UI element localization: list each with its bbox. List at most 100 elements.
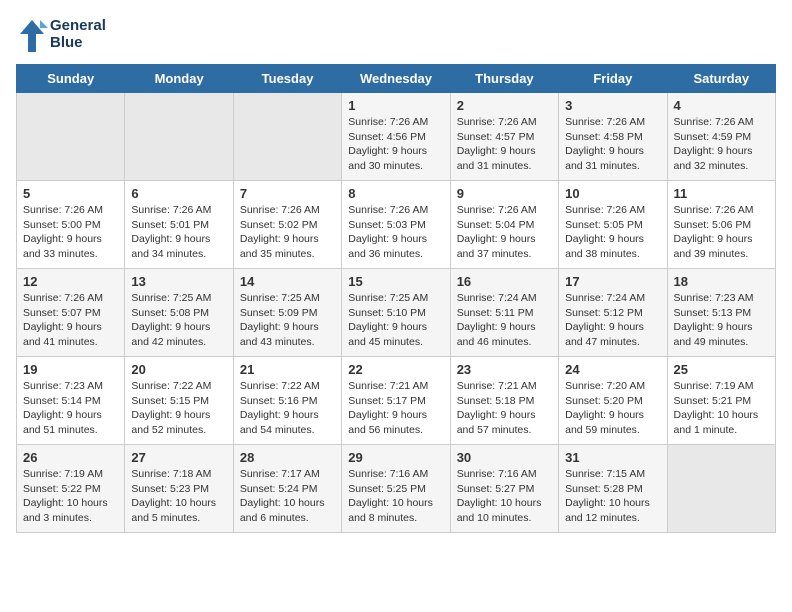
- cell-content: Sunrise: 7:20 AM Sunset: 5:20 PM Dayligh…: [565, 379, 661, 438]
- cell-content: Sunrise: 7:26 AM Sunset: 5:04 PM Dayligh…: [457, 203, 553, 262]
- day-number: 28: [240, 450, 336, 465]
- day-number: 26: [23, 450, 119, 465]
- day-number: 31: [565, 450, 661, 465]
- cell-content: Sunrise: 7:26 AM Sunset: 4:59 PM Dayligh…: [674, 115, 770, 174]
- header-row: SundayMondayTuesdayWednesdayThursdayFrid…: [17, 65, 776, 93]
- day-number: 21: [240, 362, 336, 377]
- weekday-header: Friday: [559, 65, 667, 93]
- calendar-cell: 6Sunrise: 7:26 AM Sunset: 5:01 PM Daylig…: [125, 181, 233, 269]
- cell-content: Sunrise: 7:26 AM Sunset: 5:05 PM Dayligh…: [565, 203, 661, 262]
- day-number: 29: [348, 450, 444, 465]
- calendar-cell: 20Sunrise: 7:22 AM Sunset: 5:15 PM Dayli…: [125, 357, 233, 445]
- weekday-header: Thursday: [450, 65, 558, 93]
- calendar-cell: 13 Sunrise: 7:25 AM Sunset: 5:08 PM Dayli…: [125, 269, 233, 357]
- cell-content: Sunrise: 7:26 AM Sunset: 5:06 PM Dayligh…: [674, 203, 770, 262]
- cell-content: Sunrise: 7:24 AM Sunset: 5:11 PM Dayligh…: [457, 291, 553, 350]
- cell-content: Sunrise: 7:15 AM Sunset: 5:28 PM Dayligh…: [565, 467, 661, 526]
- calendar-week-row: 5 Sunrise: 7:26 AM Sunset: 5:00 PM Daylig…: [17, 181, 776, 269]
- calendar-cell: 27Sunrise: 7:18 AM Sunset: 5:23 PM Dayli…: [125, 445, 233, 533]
- calendar-cell: 25 Sunrise: 7:19 AM Sunset: 5:21 PM Dayli…: [667, 357, 775, 445]
- calendar-cell: 9 Sunrise: 7:26 AM Sunset: 5:04 PM Daylig…: [450, 181, 558, 269]
- cell-content: Sunrise: 7:17 AM Sunset: 5:24 PM Dayligh…: [240, 467, 336, 526]
- calendar-week-row: 26 Sunrise: 7:19 AM Sunset: 5:22 PM Dayli…: [17, 445, 776, 533]
- day-number: 8: [348, 186, 444, 201]
- day-number: 12: [23, 274, 119, 289]
- cell-content: Sunrise: 7:23 AM Sunset: 5:14 PM Dayligh…: [23, 379, 119, 438]
- cell-content: Sunrise: 7:26 AM Sunset: 5:07 PM Dayligh…: [23, 291, 119, 350]
- logo-general: General: [50, 17, 106, 34]
- day-number: 30: [457, 450, 553, 465]
- calendar-cell: 24 Sunrise: 7:20 AM Sunset: 5:20 PM Dayli…: [559, 357, 667, 445]
- calendar-cell: 30 Sunrise: 7:16 AM Sunset: 5:27 PM Dayli…: [450, 445, 558, 533]
- logo-container: General Blue: [16, 16, 106, 52]
- day-number: 1: [348, 98, 444, 113]
- calendar-cell: 12 Sunrise: 7:26 AM Sunset: 5:07 PM Dayli…: [17, 269, 125, 357]
- calendar-cell: 1Sunrise: 7:26 AM Sunset: 4:56 PM Daylig…: [342, 93, 450, 181]
- calendar-cell: 29 Sunrise: 7:16 AM Sunset: 5:25 PM Dayli…: [342, 445, 450, 533]
- calendar-cell: 26 Sunrise: 7:19 AM Sunset: 5:22 PM Dayli…: [17, 445, 125, 533]
- cell-content: Sunrise: 7:26 AM Sunset: 4:57 PM Dayligh…: [457, 115, 553, 174]
- cell-content: Sunrise: 7:22 AM Sunset: 5:15 PM Dayligh…: [131, 379, 227, 438]
- weekday-header: Sunday: [17, 65, 125, 93]
- calendar-cell: 19 Sunrise: 7:23 AM Sunset: 5:14 PM Dayli…: [17, 357, 125, 445]
- cell-content: Sunrise: 7:23 AM Sunset: 5:13 PM Dayligh…: [674, 291, 770, 350]
- calendar-cell: 23Sunrise: 7:21 AM Sunset: 5:18 PM Dayli…: [450, 357, 558, 445]
- calendar-week-row: 19 Sunrise: 7:23 AM Sunset: 5:14 PM Dayli…: [17, 357, 776, 445]
- calendar-header: SundayMondayTuesdayWednesdayThursdayFrid…: [17, 65, 776, 93]
- cell-content: Sunrise: 7:21 AM Sunset: 5:17 PM Dayligh…: [348, 379, 444, 438]
- weekday-header: Monday: [125, 65, 233, 93]
- calendar-cell: 8Sunrise: 7:26 AM Sunset: 5:03 PM Daylig…: [342, 181, 450, 269]
- cell-content: Sunrise: 7:19 AM Sunset: 5:21 PM Dayligh…: [674, 379, 770, 438]
- day-number: 13: [131, 274, 227, 289]
- calendar-cell: 4Sunrise: 7:26 AM Sunset: 4:59 PM Daylig…: [667, 93, 775, 181]
- day-number: 17: [565, 274, 661, 289]
- calendar-cell: [17, 93, 125, 181]
- day-number: 5: [23, 186, 119, 201]
- day-number: 3: [565, 98, 661, 113]
- day-number: 2: [457, 98, 553, 113]
- day-number: 16: [457, 274, 553, 289]
- calendar-cell: 22Sunrise: 7:21 AM Sunset: 5:17 PM Dayli…: [342, 357, 450, 445]
- cell-content: Sunrise: 7:26 AM Sunset: 5:02 PM Dayligh…: [240, 203, 336, 262]
- cell-content: Sunrise: 7:25 AM Sunset: 5:08 PM Dayligh…: [131, 291, 227, 350]
- logo-blue: Blue: [50, 34, 106, 51]
- day-number: 25: [674, 362, 770, 377]
- cell-content: Sunrise: 7:19 AM Sunset: 5:22 PM Dayligh…: [23, 467, 119, 526]
- page-header: General Blue: [16, 16, 776, 52]
- calendar-cell: [233, 93, 341, 181]
- cell-content: Sunrise: 7:25 AM Sunset: 5:10 PM Dayligh…: [348, 291, 444, 350]
- cell-content: Sunrise: 7:26 AM Sunset: 4:58 PM Dayligh…: [565, 115, 661, 174]
- calendar-week-row: 1Sunrise: 7:26 AM Sunset: 4:56 PM Daylig…: [17, 93, 776, 181]
- day-number: 23: [457, 362, 553, 377]
- cell-content: Sunrise: 7:18 AM Sunset: 5:23 PM Dayligh…: [131, 467, 227, 526]
- day-number: 14: [240, 274, 336, 289]
- day-number: 11: [674, 186, 770, 201]
- day-number: 10: [565, 186, 661, 201]
- calendar-body: 1Sunrise: 7:26 AM Sunset: 4:56 PM Daylig…: [17, 93, 776, 533]
- calendar-week-row: 12 Sunrise: 7:26 AM Sunset: 5:07 PM Dayli…: [17, 269, 776, 357]
- day-number: 9: [457, 186, 553, 201]
- calendar-cell: 11 Sunrise: 7:26 AM Sunset: 5:06 PM Dayli…: [667, 181, 775, 269]
- calendar-cell: [667, 445, 775, 533]
- calendar-cell: 7 Sunrise: 7:26 AM Sunset: 5:02 PM Daylig…: [233, 181, 341, 269]
- day-number: 19: [23, 362, 119, 377]
- logo-bird-icon: [16, 16, 48, 52]
- cell-content: Sunrise: 7:26 AM Sunset: 5:01 PM Dayligh…: [131, 203, 227, 262]
- calendar-cell: 2 Sunrise: 7:26 AM Sunset: 4:57 PM Daylig…: [450, 93, 558, 181]
- cell-content: Sunrise: 7:16 AM Sunset: 5:27 PM Dayligh…: [457, 467, 553, 526]
- cell-content: Sunrise: 7:26 AM Sunset: 5:00 PM Dayligh…: [23, 203, 119, 262]
- day-number: 7: [240, 186, 336, 201]
- weekday-header: Wednesday: [342, 65, 450, 93]
- calendar-cell: 5 Sunrise: 7:26 AM Sunset: 5:00 PM Daylig…: [17, 181, 125, 269]
- day-number: 24: [565, 362, 661, 377]
- cell-content: Sunrise: 7:25 AM Sunset: 5:09 PM Dayligh…: [240, 291, 336, 350]
- calendar-cell: 28 Sunrise: 7:17 AM Sunset: 5:24 PM Dayli…: [233, 445, 341, 533]
- calendar-cell: 31 Sunrise: 7:15 AM Sunset: 5:28 PM Dayli…: [559, 445, 667, 533]
- calendar-cell: 10 Sunrise: 7:26 AM Sunset: 5:05 PM Dayli…: [559, 181, 667, 269]
- calendar-cell: 17Sunrise: 7:24 AM Sunset: 5:12 PM Dayli…: [559, 269, 667, 357]
- weekday-header: Tuesday: [233, 65, 341, 93]
- cell-content: Sunrise: 7:22 AM Sunset: 5:16 PM Dayligh…: [240, 379, 336, 438]
- weekday-header: Saturday: [667, 65, 775, 93]
- cell-content: Sunrise: 7:16 AM Sunset: 5:25 PM Dayligh…: [348, 467, 444, 526]
- calendar-table: SundayMondayTuesdayWednesdayThursdayFrid…: [16, 64, 776, 533]
